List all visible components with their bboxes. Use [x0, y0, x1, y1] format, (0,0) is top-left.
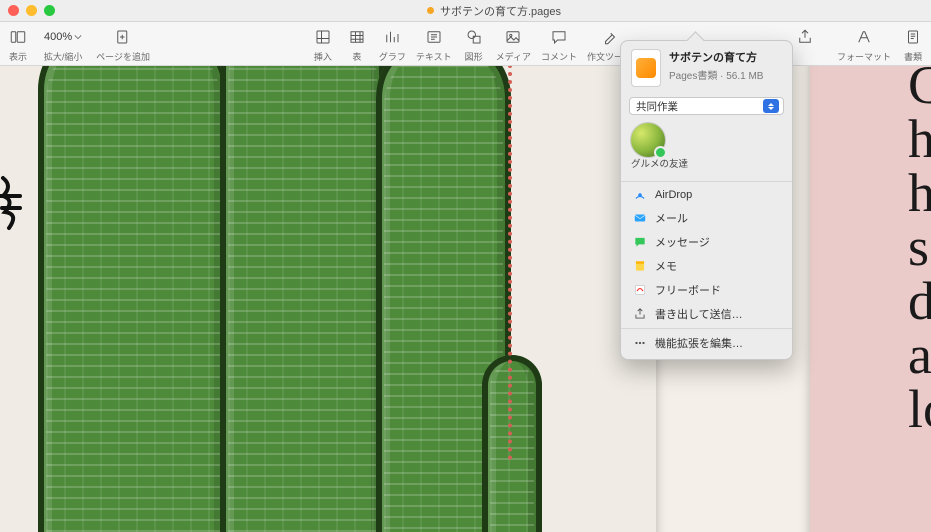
- text-button[interactable]: [422, 26, 446, 48]
- toolbar-group-text: テキスト: [416, 25, 452, 63]
- share-header: サボテンの育て方 Pages書類 · 56.1 MB: [621, 49, 792, 93]
- zoom-dropdown[interactable]: 400%: [40, 31, 86, 43]
- share-popover: サボテンの育て方 Pages書類 · 56.1 MB 共同作業 グルメの友達 A…: [620, 40, 793, 360]
- writing-tools-button[interactable]: [598, 26, 622, 48]
- share-option-label: フリーボード: [655, 282, 721, 298]
- notes-icon: [633, 259, 647, 273]
- share-option-export-send[interactable]: 書き出して送信…: [621, 302, 792, 326]
- share-option-label: AirDrop: [655, 189, 692, 201]
- media-button[interactable]: [501, 26, 525, 48]
- zoom-value: 400%: [44, 31, 72, 43]
- export-icon: [633, 307, 647, 321]
- toolbar-group-addpage: ページを追加: [96, 25, 150, 63]
- minimize-window-button[interactable]: [26, 5, 37, 16]
- toolbar-group-share: [793, 25, 817, 60]
- share-option-airdrop[interactable]: AirDrop: [621, 184, 792, 206]
- document-icon: [631, 49, 661, 87]
- partial-text-column: C h h s d a lo: [908, 66, 931, 436]
- share-option-notes[interactable]: メモ: [621, 254, 792, 278]
- extensions-icon: [633, 336, 647, 350]
- comment-button[interactable]: [547, 26, 571, 48]
- media-label: メディア: [496, 50, 531, 63]
- ink-scribble: [0, 168, 38, 238]
- text-label: テキスト: [416, 50, 452, 63]
- format-button[interactable]: [852, 26, 876, 48]
- presence-badge-icon: [654, 146, 667, 159]
- airdrop-icon: [633, 188, 647, 202]
- document-modified-icon: [427, 7, 434, 14]
- share-doc-title: サボテンの育て方: [669, 49, 763, 65]
- toolbar-group-chart: グラフ: [379, 25, 406, 63]
- share-option-label: メール: [655, 210, 688, 226]
- contact-name: グルメの友達: [631, 160, 688, 171]
- share-contact[interactable]: グルメの友達: [621, 123, 792, 179]
- close-window-button[interactable]: [8, 5, 19, 16]
- insert-label: 挿入: [314, 50, 332, 63]
- add-page-button[interactable]: [111, 26, 135, 48]
- divider: [621, 181, 792, 182]
- format-label: フォーマット: [837, 50, 891, 63]
- cactus-illustration: [220, 66, 385, 532]
- cactus-illustration: [38, 66, 228, 532]
- chart-label: グラフ: [379, 50, 406, 63]
- shape-label: 図形: [465, 50, 483, 63]
- share-option-freeform[interactable]: フリーボード: [621, 278, 792, 302]
- share-button[interactable]: [793, 26, 817, 48]
- mail-icon: [633, 211, 647, 225]
- shape-button[interactable]: [462, 26, 486, 48]
- margin-guide: [508, 66, 512, 460]
- view-button[interactable]: [6, 26, 30, 48]
- toolbar-group-zoom: 400% 拡大/縮小: [40, 25, 86, 63]
- cactus-illustration: [482, 355, 542, 532]
- share-option-label: 機能拡張を編集…: [655, 335, 743, 351]
- share-option-label: メッセージ: [655, 234, 710, 250]
- toolbar-group-table: 表: [345, 25, 369, 63]
- add-page-label: ページを追加: [96, 50, 150, 63]
- window-title: サボテンの育て方.pages: [65, 3, 923, 19]
- share-mode-dropdown[interactable]: 共同作業: [629, 97, 784, 115]
- window-titlebar: サボテンの育て方.pages: [0, 0, 931, 22]
- toolbar-group-view: 表示: [6, 25, 30, 63]
- share-option-messages[interactable]: メッセージ: [621, 230, 792, 254]
- avatar: [631, 123, 665, 157]
- share-option-mail[interactable]: メール: [621, 206, 792, 230]
- messages-icon: [633, 235, 647, 249]
- document-label: 書類: [904, 50, 922, 63]
- stepper-icon: [763, 99, 779, 113]
- share-mode-label: 共同作業: [636, 99, 678, 114]
- share-option-edit-extensions[interactable]: 機能拡張を編集…: [621, 331, 792, 355]
- window-title-text: サボテンの育て方.pages: [440, 3, 561, 19]
- freeform-icon: [633, 283, 647, 297]
- table-label: 表: [352, 50, 361, 63]
- window-controls: [8, 5, 55, 16]
- insert-button[interactable]: [311, 26, 335, 48]
- toolbar-group-format: フォーマット: [837, 25, 891, 63]
- share-doc-meta: Pages書類 · 56.1 MB: [669, 67, 763, 82]
- comment-label: コメント: [541, 50, 577, 63]
- chevron-down-icon: [74, 33, 82, 41]
- divider: [621, 328, 792, 329]
- toolbar-group-insert: 挿入: [311, 25, 335, 63]
- chart-button[interactable]: [380, 26, 404, 48]
- document-button[interactable]: [901, 26, 925, 48]
- zoom-window-button[interactable]: [44, 5, 55, 16]
- toolbar-group-media: メディア: [496, 25, 531, 63]
- toolbar-group-comment: コメント: [541, 25, 577, 63]
- zoom-label: 拡大/縮小: [44, 50, 83, 63]
- toolbar-group-shape: 図形: [462, 25, 486, 63]
- share-option-label: 書き出して送信…: [655, 306, 743, 322]
- share-option-label: メモ: [655, 258, 677, 274]
- share-label: [804, 50, 807, 60]
- page: [0, 66, 656, 532]
- table-button[interactable]: [345, 26, 369, 48]
- view-label: 表示: [9, 50, 27, 63]
- toolbar-group-document: 書類: [901, 25, 925, 63]
